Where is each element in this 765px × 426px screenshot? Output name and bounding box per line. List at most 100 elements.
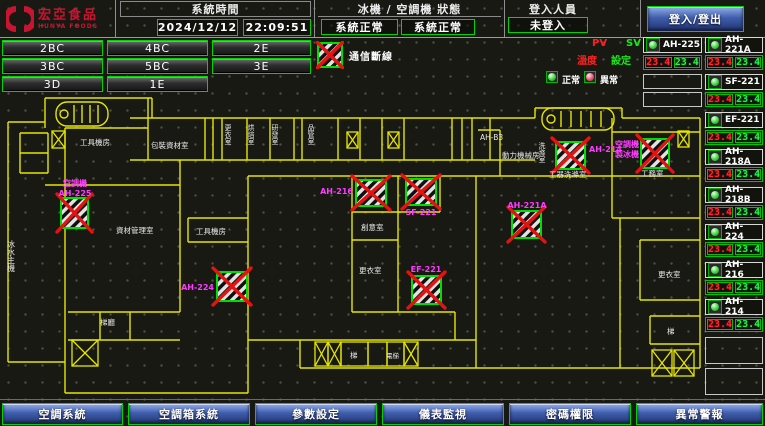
pv-column-header: PV — [592, 38, 607, 49]
sv-value: 23.4 — [735, 207, 761, 218]
device-row-AH-225[interactable]: AH-225 — [643, 37, 702, 53]
device-name: AH-216 — [725, 260, 762, 280]
room-label: 創意室 — [361, 222, 384, 232]
status-led — [708, 38, 722, 52]
nav-ahu-system-button[interactable]: 空調箱系統 — [128, 403, 250, 425]
tag-chiller-line2: 製冰機 — [614, 149, 639, 159]
device-row-EF-221[interactable]: EF-221 — [705, 112, 763, 128]
device-row-AH-221A[interactable]: AH-221A — [705, 37, 763, 53]
pv-value: 23.4 — [707, 282, 733, 293]
login-state-box: 未登入 — [508, 17, 588, 33]
normal-legend-label: 正常 — [562, 73, 580, 86]
scada-hvac-screen: { "header": { "logo_cn": "宏亞食品", "logo_e… — [0, 0, 765, 426]
room-label: 研發室 — [271, 124, 279, 145]
nav-ac-system-button[interactable]: 空調系統 — [2, 403, 123, 425]
floor-button-2bc[interactable]: 2BC — [2, 40, 103, 56]
tag-ah225-line1: 空調機 — [63, 178, 87, 188]
device-name: SF-221 — [725, 77, 760, 87]
room-label: 資材管理室 — [116, 225, 154, 235]
status-led — [646, 38, 660, 52]
machine-AH-224[interactable] — [213, 268, 251, 305]
floor-button-3bc[interactable]: 3BC — [2, 58, 103, 74]
floor-button-3e[interactable]: 3E — [212, 58, 311, 74]
device-values-AH-221A: 23.4 23.4 — [705, 55, 763, 70]
status-led — [708, 188, 722, 202]
machine-AH-225[interactable] — [57, 194, 92, 232]
normal-legend-led — [546, 71, 558, 83]
machine-EF-221[interactable] — [408, 272, 445, 308]
empty-slot — [643, 74, 702, 89]
room-label: 工務室 — [641, 168, 664, 178]
floor-button-2e[interactable]: 2E — [212, 40, 311, 56]
tag-ah216: AH-216 — [320, 187, 353, 196]
device-row-AH-214[interactable]: AH-214 — [705, 299, 763, 315]
room-label: 梯廳 — [100, 317, 115, 327]
device-values-EF-221: 23.4 23.4 — [705, 130, 763, 145]
green-led-icon — [711, 228, 719, 236]
device-row-AH-218A[interactable]: AH-218A — [705, 149, 763, 165]
room-label: 工器洗滌室 — [549, 169, 587, 179]
system-time-title: 系統時間 — [120, 1, 311, 17]
pv-value: 23.4 — [645, 57, 672, 68]
machine-ice-chiller[interactable] — [637, 135, 673, 172]
device-row-AH-224[interactable]: AH-224 — [705, 224, 763, 240]
empty-slot — [705, 337, 763, 364]
red-led-icon — [586, 73, 594, 81]
green-led-icon — [649, 41, 657, 49]
room-label: 工具機房 — [80, 137, 110, 147]
login-logout-button[interactable]: 登入/登出 — [647, 6, 744, 32]
status-led — [708, 225, 722, 239]
machine-SF-221[interactable] — [402, 175, 440, 209]
room-label: 冰水主機 — [7, 239, 16, 273]
header-divider — [115, 0, 116, 37]
room-label: AH-B3 — [480, 133, 503, 142]
sv-value: 23.4 — [735, 244, 761, 255]
floor-button-5bc[interactable]: 5BC — [107, 58, 208, 74]
sv-value: 23.4 — [735, 169, 761, 180]
green-led-icon — [548, 73, 556, 81]
nav-param-setting-button[interactable]: 參數設定 — [255, 403, 377, 425]
stairs-icon — [56, 102, 108, 126]
room-label: 梯 — [350, 350, 358, 360]
logo-mark-icon — [6, 5, 34, 33]
device-values-AH-225: 23.4 23.4 — [643, 55, 702, 70]
room-label: 更衣室 — [224, 124, 232, 145]
room-label: 包裝資材室 — [151, 140, 189, 150]
tag-chiller-line1: 空調機 — [615, 139, 639, 149]
sv-value: 23.4 — [735, 94, 761, 105]
device-values-AH-216: 23.4 23.4 — [705, 280, 763, 295]
floor-button-3d[interactable]: 3D — [2, 76, 103, 92]
room-label: 動力機械房 — [502, 150, 540, 160]
setting-header: 設定 — [611, 52, 631, 67]
sv-column-header: SV — [626, 38, 641, 49]
machine-AH-221A[interactable] — [508, 207, 545, 242]
room-label: 更衣室 — [658, 269, 681, 279]
device-row-AH-216[interactable]: AH-216 — [705, 262, 763, 278]
header-divider — [640, 0, 641, 37]
header-divider — [314, 0, 315, 37]
green-led-icon — [711, 41, 719, 49]
device-row-SF-221[interactable]: SF-221 — [705, 74, 763, 90]
device-values-AH-218B: 23.4 23.4 — [705, 205, 763, 220]
floor-button-4bc[interactable]: 4BC — [107, 40, 208, 56]
nav-password-auth-button[interactable]: 密碼權限 — [509, 403, 631, 425]
device-values-AH-218A: 23.4 23.4 — [705, 167, 763, 182]
device-values-SF-221: 23.4 23.4 — [705, 92, 763, 107]
floor-button-1e[interactable]: 1E — [107, 76, 208, 92]
pv-value: 23.4 — [707, 207, 733, 218]
room-label: 工具機房 — [196, 226, 226, 236]
pv-value: 23.4 — [707, 132, 733, 143]
room-label: 梯 — [667, 326, 675, 336]
device-row-AH-218B[interactable]: AH-218B — [705, 187, 763, 203]
machine-AH-216[interactable] — [352, 176, 390, 210]
nav-alarm-button[interactable]: 異常警報 — [636, 403, 763, 425]
empty-slot — [643, 92, 702, 107]
room-label: 品管室 — [307, 124, 315, 145]
nav-meter-monitor-button[interactable]: 儀表監視 — [382, 403, 504, 425]
status-led — [708, 263, 722, 277]
green-led-icon — [711, 191, 719, 199]
status-led — [708, 113, 722, 127]
machine-AH-214[interactable] — [552, 138, 589, 173]
tag-ah224: AH-224 — [181, 283, 214, 292]
device-name: AH-225 — [663, 40, 700, 50]
